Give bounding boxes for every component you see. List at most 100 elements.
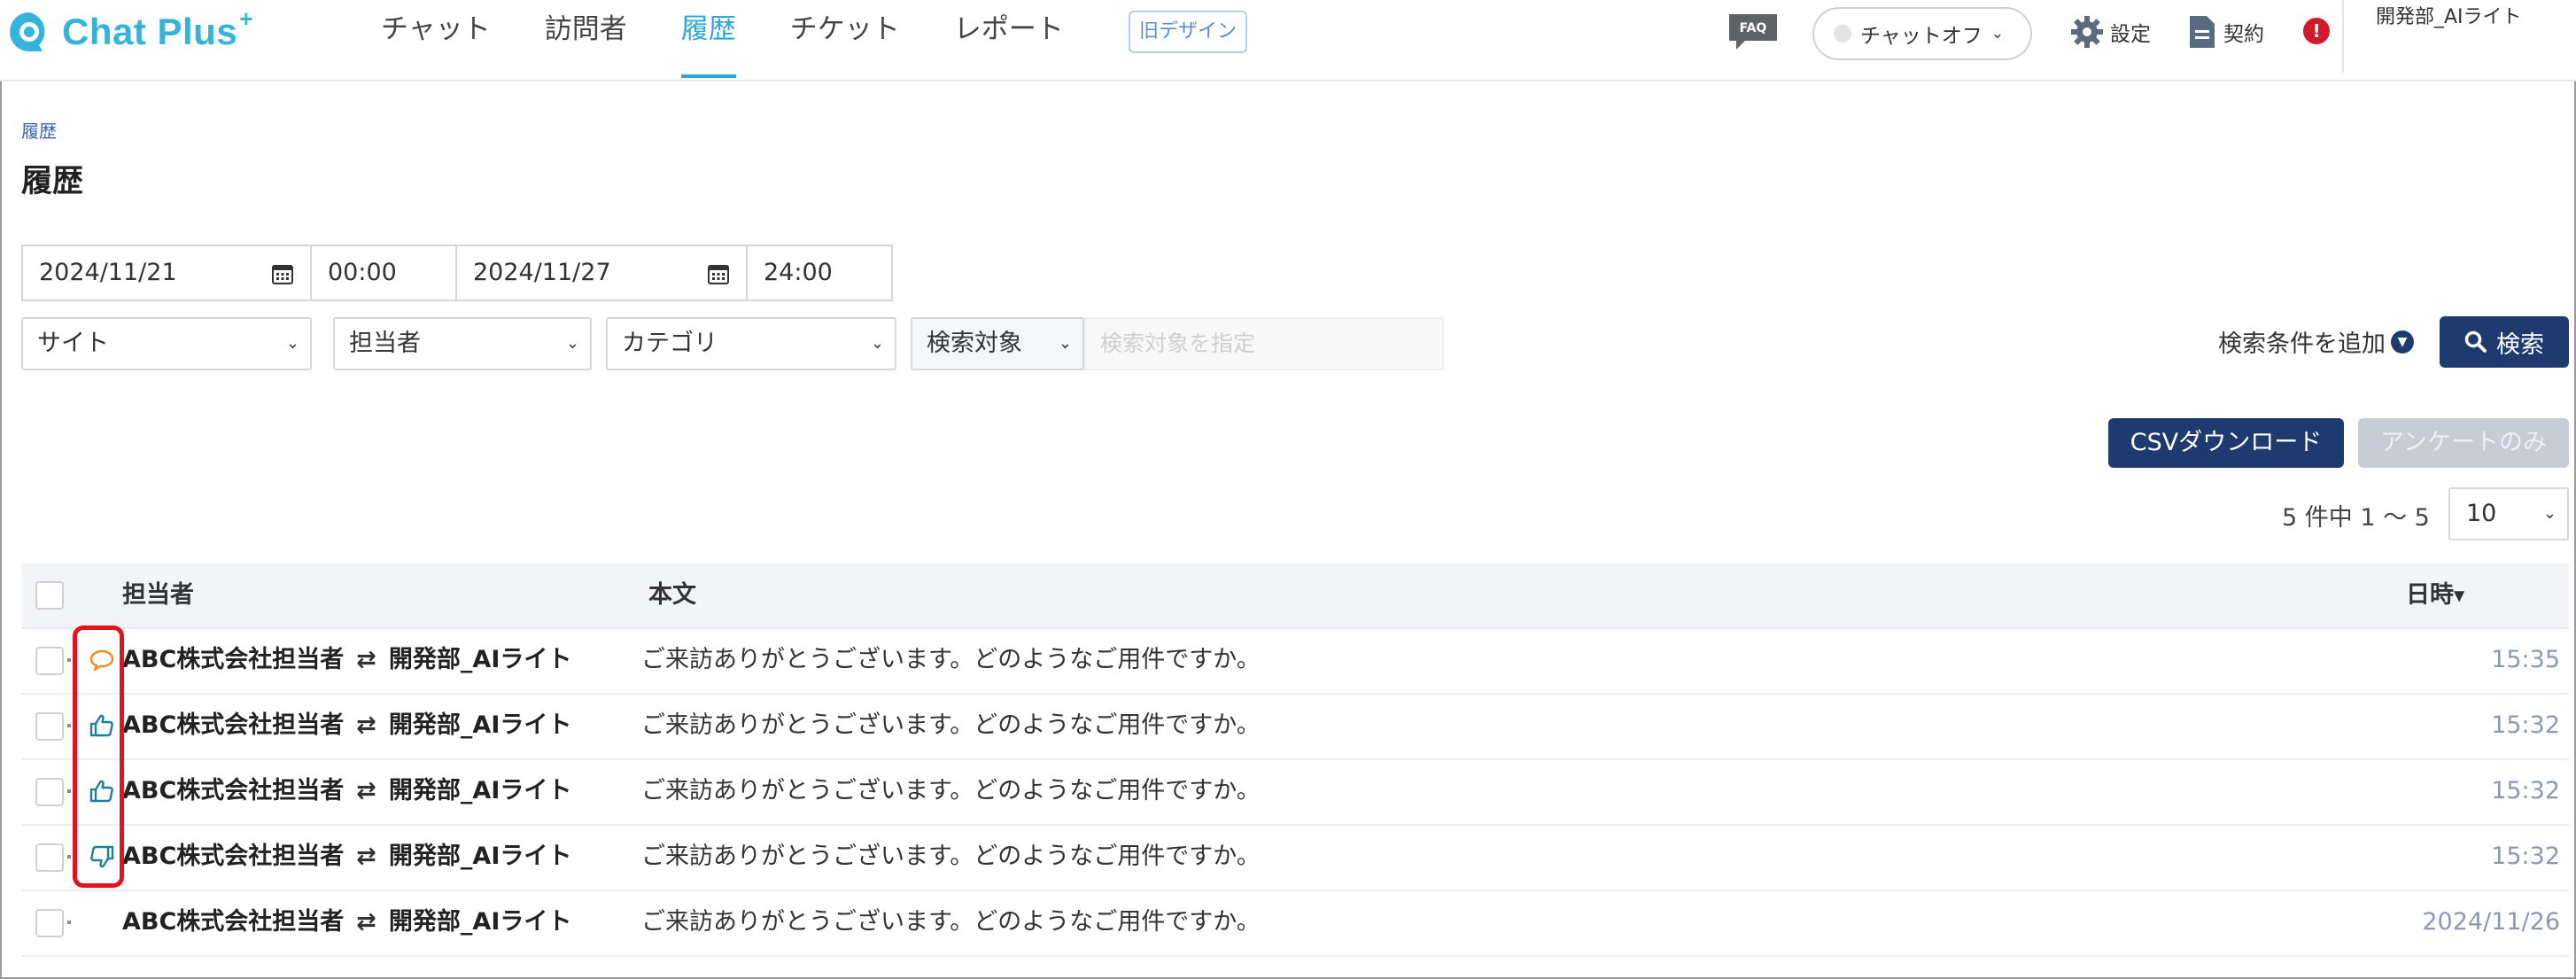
search-button[interactable]: 検索 [2440, 316, 2569, 368]
table-row[interactable]: ABC株式会社担当者 ⇄ 開発部_AIライト ご来訪ありがとうございます。どのような… [21, 824, 2569, 891]
add-condition-toggle[interactable]: 検索条件を追加 ▼ [2218, 324, 2414, 359]
breadcrumb[interactable]: 履歴 [21, 117, 57, 143]
chevron-down-icon: ⌄ [285, 334, 299, 353]
gear-icon [2071, 16, 2103, 48]
search-button-label: 検索 [2496, 330, 2544, 359]
row-marker [67, 789, 71, 793]
per-page-value: 10 [2466, 500, 2497, 527]
row-checkbox[interactable] [35, 909, 64, 937]
row-checkbox[interactable] [35, 843, 64, 872]
chat-plus-logo-icon [10, 12, 45, 51]
row-checkbox[interactable] [35, 712, 64, 741]
chevron-down-icon: ⌄ [565, 334, 579, 353]
row-from: ABC株式会社担当者 [122, 843, 345, 870]
date-to-input[interactable]: 2024/11/27 [455, 245, 748, 301]
column-header-body: 本文 [648, 581, 696, 609]
time-from-input[interactable]: 00:00 [310, 245, 457, 301]
row-to: 開発部_AIライト [388, 843, 572, 870]
settings-label: 設定 [2110, 23, 2151, 46]
per-page-select[interactable]: 10 ⌄ [2448, 487, 2569, 540]
page-title: 履歴 [21, 164, 84, 199]
alert-icon[interactable]: ! [2303, 18, 2330, 44]
row-checkbox[interactable] [35, 778, 64, 806]
exchange-arrow-icon: ⇄ [356, 908, 376, 936]
faq-icon[interactable]: FAQ [1727, 12, 1779, 51]
agent-select[interactable]: 担当者 ⌄ [333, 317, 592, 370]
main-nav: チャット 訪問者 履歴 チケット レポート [381, 0, 1118, 78]
row-time: 2024/11/26 [2422, 908, 2560, 936]
chevron-down-icon: ⌄ [2542, 504, 2557, 523]
calendar-icon[interactable] [707, 262, 730, 285]
row-time: 15:32 [2491, 711, 2560, 739]
row-participants: ABC株式会社担当者 ⇄ 開発部_AIライト [122, 890, 571, 955]
nav-item-tickets[interactable]: チケット [790, 0, 900, 78]
search-target-select[interactable]: 検索対象 ⌄ [911, 317, 1084, 370]
date-to-value: 2024/11/27 [473, 259, 611, 286]
chevron-down-icon: ⌄ [1990, 25, 2005, 43]
search-icon [2464, 330, 2487, 353]
contract-link[interactable]: 契約 [2188, 14, 2264, 50]
row-time: 15:32 [2491, 777, 2560, 804]
row-from: ABC株式会社担当者 [122, 777, 345, 804]
row-participants: ABC株式会社担当者 ⇄ 開発部_AIライト [122, 758, 571, 824]
exchange-arrow-icon: ⇄ [356, 777, 376, 804]
row-body: ご来訪ありがとうございます。どのようなご用件ですか。 [641, 908, 1261, 936]
search-target-input[interactable]: 検索対象を指定 [1084, 317, 1444, 370]
column-header-datetime-label: 日時 [2406, 581, 2454, 609]
column-header-agent: 担当者 [122, 581, 194, 609]
csv-download-button[interactable]: CSVダウンロード [2108, 418, 2344, 468]
row-checkbox[interactable] [35, 647, 64, 675]
sort-down-icon: ▼ [2454, 587, 2465, 604]
svg-text:FAQ: FAQ [1740, 21, 1767, 35]
nav-item-history[interactable]: 履歴 [680, 0, 736, 78]
user-menu[interactable]: 開発部_AIライト [2376, 4, 2562, 32]
column-header-datetime[interactable]: 日時▼ [2406, 563, 2464, 628]
contract-label: 契約 [2223, 23, 2264, 46]
date-from-input[interactable]: 2024/11/21 [21, 245, 312, 301]
chat-status-label: チャットオフ [1860, 25, 1982, 48]
logo-text: Chat Plus+ [62, 5, 253, 52]
date-from-value: 2024/11/21 [39, 259, 177, 286]
agent-select-label: 担当者 [349, 330, 421, 357]
time-to-input[interactable]: 24:00 [746, 245, 893, 301]
exchange-arrow-icon: ⇄ [356, 711, 376, 739]
table-row[interactable]: ABC株式会社担当者 ⇄ 開発部_AIライト ご来訪ありがとうございます。どのような… [21, 890, 2569, 957]
row-from: ABC株式会社担当者 [122, 646, 345, 673]
row-body: ご来訪ありがとうございます。どのようなご用件ですか。 [641, 711, 1261, 739]
nav-item-reports[interactable]: レポート [954, 0, 1064, 78]
select-all-checkbox[interactable] [35, 581, 64, 610]
nav-item-chat[interactable]: チャット [381, 0, 491, 78]
settings-link[interactable]: 設定 [2069, 14, 2151, 50]
site-select[interactable]: サイト ⌄ [21, 317, 312, 370]
chevron-down-icon: ⌄ [870, 334, 884, 353]
logo[interactable]: Chat Plus+ [7, 5, 253, 58]
table-row[interactable]: ABC株式会社担当者 ⇄ 開発部_AIライト ご来訪ありがとうございます。どのような… [21, 758, 2569, 826]
add-condition-label: 検索条件を追加 [2218, 330, 2386, 358]
result-count: 5 件中 1 ～ 5 [2282, 504, 2430, 532]
nav-item-visitors[interactable]: 訪問者 [545, 0, 627, 78]
user-divider [2342, 0, 2344, 73]
table-row[interactable]: ABC株式会社担当者 ⇄ 開発部_AIライト ご来訪ありがとうございます。どのような… [21, 627, 2569, 695]
category-select[interactable]: カテゴリ ⌄ [606, 317, 896, 370]
category-select-label: カテゴリ [622, 330, 718, 357]
chat-status-dropdown[interactable]: チャットオフ ⌄ [1812, 7, 2032, 60]
row-from: ABC株式会社担当者 [122, 711, 345, 739]
row-participants: ABC株式会社担当者 ⇄ 開発部_AIライト [122, 824, 571, 890]
row-time: 15:32 [2491, 843, 2560, 870]
row-body: ご来訪ありがとうございます。どのようなご用件ですか。 [641, 646, 1261, 673]
table-row[interactable]: ABC株式会社担当者 ⇄ 開発部_AIライト ご来訪ありがとうございます。どのような… [21, 693, 2569, 760]
chevron-down-icon: ⌄ [1058, 334, 1072, 353]
old-design-button[interactable]: 旧デザイン [1129, 11, 1247, 53]
row-time: 15:35 [2491, 646, 2560, 673]
row-participants: ABC株式会社担当者 ⇄ 開発部_AIライト [122, 627, 571, 693]
top-header: Chat Plus+ チャット 訪問者 履歴 チケット レポート 旧デザイン F… [0, 0, 2576, 82]
row-marker [67, 855, 71, 859]
row-to: 開発部_AIライト [388, 777, 572, 804]
site-select-label: サイト [37, 330, 109, 357]
survey-only-button[interactable]: アンケートのみ [2358, 418, 2569, 468]
row-to: 開発部_AIライト [388, 646, 572, 673]
exchange-arrow-icon: ⇄ [356, 646, 376, 673]
row-from: ABC株式会社担当者 [122, 908, 345, 936]
row-body: ご来訪ありがとうございます。どのようなご用件ですか。 [641, 843, 1261, 870]
calendar-icon[interactable] [271, 262, 294, 285]
